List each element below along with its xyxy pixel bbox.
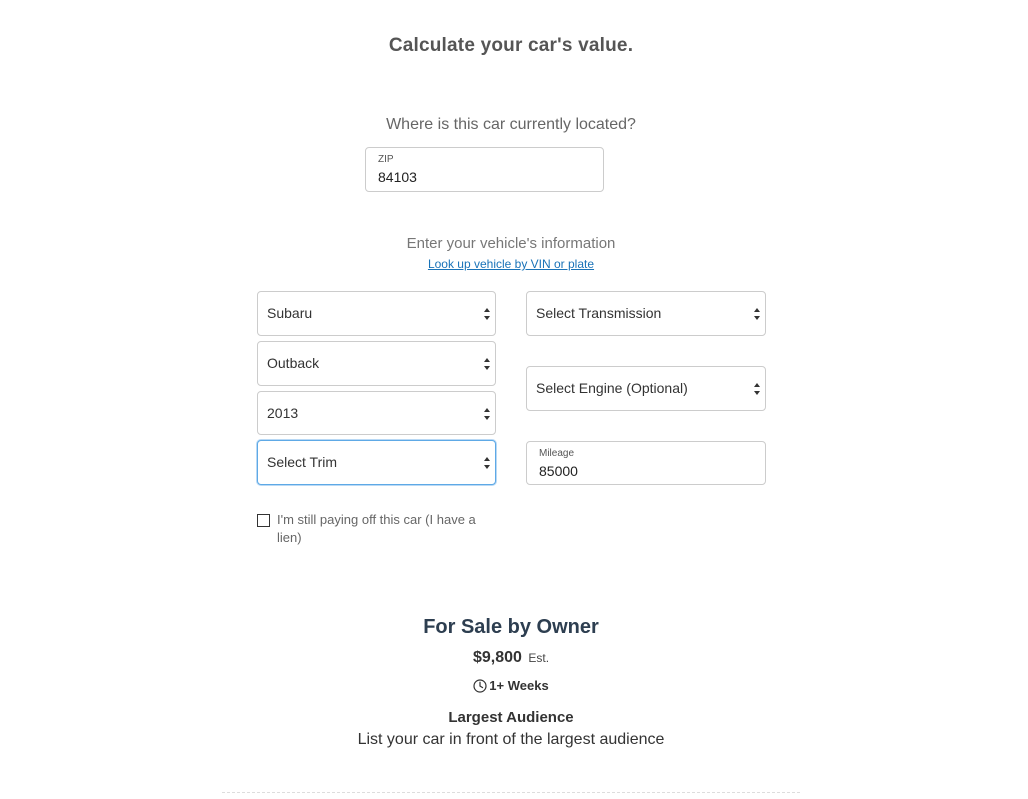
select-arrows-icon [754,308,760,320]
engine-select[interactable]: Select Engine (Optional) [526,366,766,411]
engine-select-value: Select Engine (Optional) [536,380,688,396]
mileage-label: Mileage [539,448,575,459]
year-select-value: 2013 [267,405,299,421]
for-sale-by-owner-title: For Sale by Owner [423,616,599,638]
make-select[interactable]: Subaru [257,291,496,336]
vin-lookup-link[interactable]: Look up vehicle by VIN or plate [428,257,594,271]
model-select-value: Outback [267,355,320,371]
clock-icon [473,679,487,693]
lien-checkbox-label[interactable]: I'm still paying off this car (I have a … [277,511,487,547]
vehicle-info-heading: Enter your vehicle's information [406,235,616,252]
model-select[interactable]: Outback [257,341,496,386]
select-arrows-icon [484,308,490,320]
mileage-field[interactable]: Mileage 85000 [526,441,766,485]
select-arrows-icon [754,383,760,395]
sale-time-value: 1+ Weeks [489,678,549,693]
audience-title: Largest Audience [448,709,574,726]
trim-select-value: Select Trim [267,454,338,470]
estimated-price: $9,800 Est. [0,649,1022,667]
location-question: Where is this car currently located? [386,116,636,133]
select-arrows-icon [484,358,490,370]
sale-time-estimate: 1+ Weeks [0,678,1022,693]
vin-lookup-link-wrapper: Look up vehicle by VIN or plate [0,257,1022,271]
price-value: $9,800 [472,649,522,666]
trim-select[interactable]: Select Trim [257,440,496,485]
audience-description: List your car in front of the largest au… [357,731,665,748]
section-divider [222,792,800,793]
page-title: Calculate your car's value. [388,35,634,56]
zip-field[interactable]: ZIP 84103 [365,147,604,192]
zip-label: ZIP [378,154,394,165]
price-estimate-suffix: Est. [528,651,550,665]
year-select[interactable]: 2013 [257,391,496,435]
car-value-page: Calculate your car's value. Where is thi… [0,0,1028,799]
make-select-value: Subaru [267,305,313,321]
transmission-select-value: Select Transmission [536,305,662,321]
select-arrows-icon [484,408,490,420]
select-arrows-icon [484,457,490,469]
lien-checkbox[interactable] [257,514,270,527]
transmission-select[interactable]: Select Transmission [526,291,766,336]
zip-input-value[interactable]: 84103 [378,169,417,185]
mileage-input-value[interactable]: 85000 [539,463,578,479]
